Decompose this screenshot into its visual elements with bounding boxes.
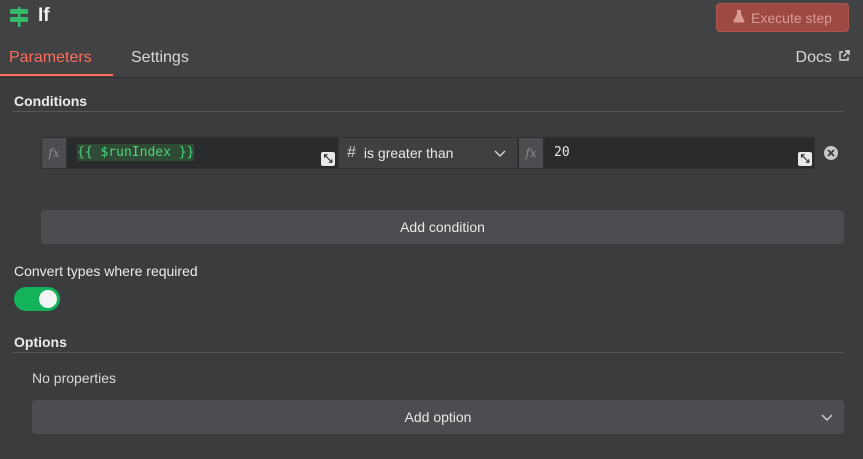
convert-types-toggle[interactable] (14, 287, 60, 311)
tab-parameters[interactable]: Parameters (9, 49, 92, 67)
tab-settings[interactable]: Settings (131, 49, 189, 67)
left-value-text: {{ $runIndex }} (77, 144, 195, 161)
convert-types-label: Convert types where required (14, 263, 198, 279)
conditions-title: Conditions (14, 93, 88, 109)
expand-icon[interactable]: ⤡ (321, 152, 335, 166)
add-condition-button[interactable]: Add condition (41, 210, 844, 244)
condition-row: fx {{ $runIndex }} ⤡ # is greater than f… (41, 137, 815, 169)
add-option-button[interactable]: Add option (32, 400, 844, 434)
no-properties-text: No properties (32, 370, 117, 386)
operator-label: is greater than (363, 145, 454, 161)
execute-step-label: Execute step (751, 9, 832, 26)
add-option-label: Add option (404, 409, 472, 425)
node-title: If (38, 5, 50, 26)
right-value-input[interactable]: 20 ⤡ (544, 137, 815, 169)
flask-icon (733, 9, 745, 26)
signpost-icon (8, 6, 30, 28)
number-type-icon: # (347, 144, 356, 161)
options-title: Options (14, 334, 67, 350)
expand-icon[interactable]: ⤡ (798, 152, 812, 166)
docs-label: Docs (795, 49, 832, 66)
fx-icon: fx (518, 137, 544, 169)
conditions-divider (12, 111, 844, 112)
parameters-panel: Conditions fx {{ $runIndex }} ⤡ # is gre… (0, 78, 863, 459)
options-divider (12, 352, 844, 353)
docs-link[interactable]: Docs (796, 49, 850, 67)
external-link-icon (838, 49, 850, 67)
toggle-knob (39, 290, 57, 308)
operator-select[interactable]: # is greater than (338, 137, 518, 169)
execute-step-button[interactable]: Execute step (716, 3, 849, 32)
right-value-text: 20 (554, 145, 570, 160)
fx-icon: fx (41, 137, 67, 169)
remove-condition-icon[interactable] (823, 145, 839, 161)
left-value-input[interactable]: {{ $runIndex }} ⤡ (67, 137, 338, 169)
chevron-down-icon (820, 411, 834, 428)
active-tab-indicator (0, 74, 113, 76)
node-header: If Execute step Parameters Settings Docs (0, 0, 863, 78)
chevron-down-icon (493, 146, 507, 163)
